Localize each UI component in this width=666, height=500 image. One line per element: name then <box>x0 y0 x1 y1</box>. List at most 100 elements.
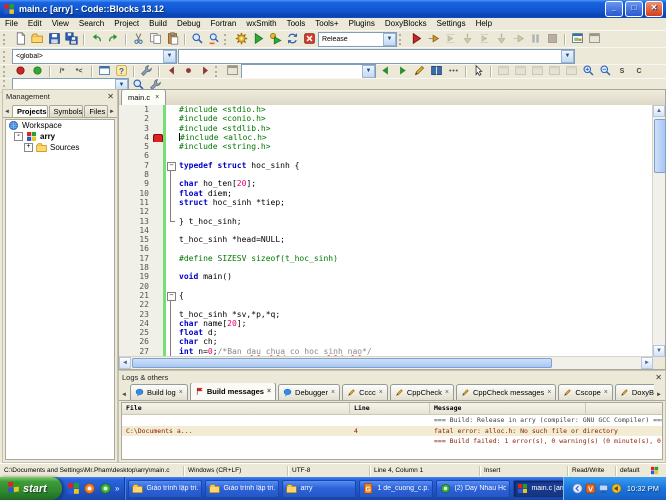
minimize-button[interactable]: _ <box>605 1 623 17</box>
fold-margin[interactable] <box>166 142 176 151</box>
fold-margin[interactable] <box>166 198 176 207</box>
stop-debugger-icon[interactable] <box>544 32 560 46</box>
logs-tabs-scroll-right-icon[interactable]: ► <box>656 392 663 400</box>
taskbar-clock[interactable]: 10:32 PM <box>624 484 662 493</box>
break-debugger-icon[interactable] <box>527 32 543 46</box>
scroll-right-icon[interactable]: ► <box>641 357 653 369</box>
rebuild-icon[interactable] <box>284 32 300 46</box>
management-tab-files[interactable]: Files <box>84 105 108 117</box>
wxs-frame-3-icon[interactable] <box>529 65 545 79</box>
management-close-icon[interactable]: ✕ <box>107 92 114 101</box>
tab-close-icon[interactable]: × <box>547 389 551 396</box>
step-into-icon[interactable] <box>459 32 475 46</box>
column-header-line[interactable]: Line <box>350 403 430 414</box>
window-titlebar[interactable]: main.c [arry] - Code::Blocks 13.12 _□✕ <box>0 0 666 18</box>
expand-icon[interactable]: + <box>24 143 33 152</box>
quick-launch-more-icon[interactable]: » <box>115 484 119 493</box>
cppcheck-run-icon[interactable] <box>29 65 45 79</box>
fortran-back-icon[interactable] <box>163 65 179 79</box>
doxy-more-icon[interactable] <box>445 65 461 79</box>
step-into-instruction-icon[interactable] <box>510 32 526 46</box>
scroll-down-icon[interactable]: ▼ <box>653 345 665 357</box>
undo-icon[interactable] <box>88 32 104 46</box>
wxs-frame-1-icon[interactable] <box>495 65 511 79</box>
next-line-icon[interactable] <box>442 32 458 46</box>
menu-item-search[interactable]: Search <box>74 18 109 30</box>
column-header-file[interactable]: File <box>122 403 350 414</box>
logs-tabs-scroll-left-icon[interactable]: ◄ <box>121 392 128 400</box>
unikey-icon[interactable]: V <box>585 483 596 494</box>
menu-item-wxsmith[interactable]: wxSmith <box>241 18 281 30</box>
scroll-up-icon[interactable]: ▲ <box>653 105 665 117</box>
fortran-forward-icon[interactable] <box>197 65 213 79</box>
code-area[interactable]: 1#include <stdio.h>2#include <conio.h>3#… <box>119 105 653 357</box>
fold-margin[interactable]: − <box>166 161 176 170</box>
fold-margin[interactable]: − <box>166 291 176 300</box>
redo-icon[interactable] <box>105 32 121 46</box>
menu-item-view[interactable]: View <box>47 18 74 30</box>
taskbar-task-6[interactable]: main.c [arry] - C... <box>513 480 562 498</box>
tree-item-workspace[interactable]: Workspace <box>6 120 114 131</box>
logs-tab-cppcheck-messages[interactable]: CppCheck messages× <box>456 384 556 400</box>
quick-launch-browser-green-icon[interactable] <box>99 482 112 495</box>
fold-margin[interactable] <box>166 189 176 198</box>
taskbar-task-5[interactable]: (2) Day Nhau Ho... <box>436 480 510 498</box>
menu-item-build[interactable]: Build <box>144 18 172 30</box>
start-button[interactable]: start <box>0 477 62 500</box>
editor-horizontal-scrollbar[interactable]: ◄ ► <box>119 356 653 369</box>
uncomment-code-icon[interactable]: *< <box>71 65 87 79</box>
tab-close-icon[interactable]: × <box>179 389 183 396</box>
taskbar-task-1[interactable]: Giáo trình lập trì... <box>128 480 202 498</box>
toolbar-grip[interactable] <box>3 51 8 62</box>
build-message-row-2[interactable]: C:\Documents a...4fatal error: alloc.h: … <box>122 426 662 437</box>
wxs-frame-2-icon[interactable] <box>512 65 528 79</box>
zoom-in-icon[interactable] <box>580 65 596 79</box>
project-tree[interactable]: Workspace-arry+Sources <box>5 119 115 460</box>
open-file-icon[interactable] <box>29 32 45 46</box>
fold-margin[interactable] <box>166 282 176 291</box>
build-and-run-icon[interactable] <box>267 32 283 46</box>
menu-item-doxyblocks[interactable]: DoxyBlocks <box>380 18 432 30</box>
menu-item-file[interactable]: File <box>0 18 23 30</box>
wxsmith-help-icon[interactable]: ? <box>113 65 129 79</box>
doxyblocks-select[interactable]: ▼ <box>241 64 376 79</box>
logs-tab-cscope[interactable]: Cscope× <box>558 384 613 400</box>
fold-margin[interactable] <box>166 235 176 244</box>
fold-margin[interactable] <box>166 105 176 114</box>
cut-icon[interactable] <box>130 32 146 46</box>
build-target-select[interactable]: Release▼ <box>318 32 397 47</box>
tab-close-icon[interactable]: × <box>379 389 383 396</box>
collapse-icon[interactable]: - <box>14 132 23 141</box>
debug-continue-icon[interactable] <box>408 32 424 46</box>
logs-tab-debugger[interactable]: Debugger× <box>278 384 340 400</box>
tab-close-icon[interactable]: × <box>267 388 271 395</box>
horizontal-scroll-thumb[interactable] <box>132 358 552 368</box>
logs-tab-build-log[interactable]: Build log× <box>130 384 188 400</box>
fold-margin[interactable] <box>166 151 176 160</box>
cccc-run-icon[interactable] <box>12 65 28 79</box>
fold-margin[interactable] <box>166 244 176 253</box>
menu-item-tools[interactable]: Tools <box>282 18 311 30</box>
network-icon[interactable] <box>598 483 609 494</box>
scope-select[interactable]: <global>▼ <box>12 49 177 64</box>
fold-margin[interactable] <box>166 114 176 123</box>
fold-margin[interactable] <box>166 207 176 216</box>
editor-vertical-scrollbar[interactable]: ▲ ▼ <box>652 105 665 357</box>
doxy-book-icon[interactable] <box>428 65 444 79</box>
vertical-scroll-thumb[interactable] <box>654 119 666 173</box>
build-message-row-3[interactable]: === Build failed: 1 error(s), 0 warning(… <box>122 436 662 447</box>
wxs-frame-5-icon[interactable] <box>563 65 579 79</box>
chevron-down-icon[interactable]: ▼ <box>163 50 176 63</box>
toolbar-grip[interactable] <box>3 34 8 45</box>
symbol-select[interactable]: ▼ <box>178 49 575 64</box>
logs-tab-cccc[interactable]: Cccc× <box>342 384 388 400</box>
spellcheck-icon[interactable]: S <box>614 65 630 79</box>
run-icon[interactable] <box>250 32 266 46</box>
tree-item-sources[interactable]: +Sources <box>6 142 114 153</box>
tab-close-icon[interactable]: × <box>604 389 608 396</box>
logs-close-icon[interactable]: ✕ <box>655 373 662 382</box>
editor-tab-close-icon[interactable]: × <box>155 94 159 101</box>
menu-item-debug[interactable]: Debug <box>172 18 206 30</box>
doxy-next-comment-icon[interactable] <box>394 65 410 79</box>
tab-close-icon[interactable]: × <box>445 389 449 396</box>
